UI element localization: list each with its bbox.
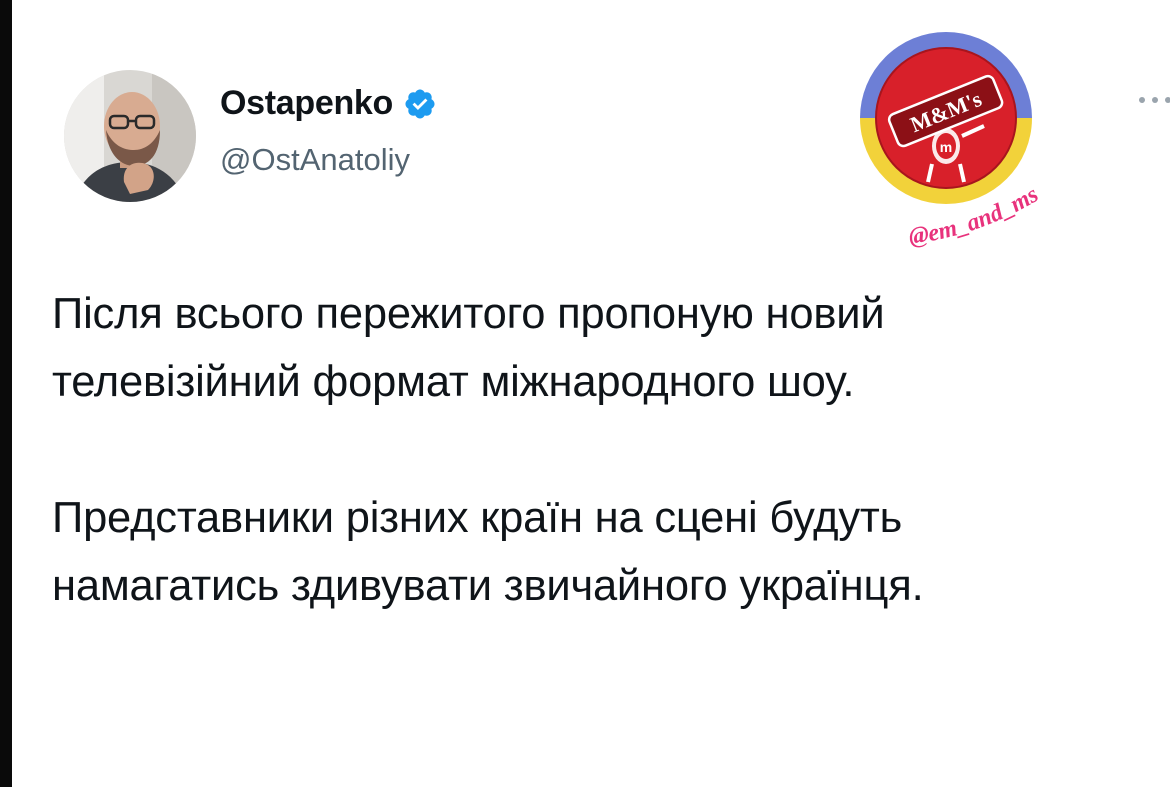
- tweet-paragraph-2: Представники різних країн на сцені будут…: [52, 484, 1152, 620]
- mms-watermark-graphic: m M&M's @em_and_ms: [860, 32, 1043, 250]
- verified-badge-icon: [405, 88, 435, 119]
- left-edge-strip: [0, 0, 12, 787]
- avatar-photo: [64, 70, 196, 202]
- tweet-line: Після всього пережитого пропоную новий: [52, 290, 885, 338]
- author-name-row[interactable]: Ostapenko: [220, 84, 437, 123]
- author-avatar[interactable]: [64, 70, 196, 202]
- tweet-text: Після всього пережитого пропоную новий т…: [52, 280, 1152, 620]
- svg-text:m: m: [940, 139, 952, 155]
- author-display-name[interactable]: Ostapenko: [220, 84, 393, 123]
- watermark-logo: m M&M's @em_and_ms: [850, 22, 1100, 262]
- tweet-line: намагатись здивувати звичайного українця…: [52, 562, 924, 610]
- tweet-paragraph-1: Після всього пережитого пропоную новий т…: [52, 280, 1152, 416]
- tweet-line: Представники різних країн на сцені будут…: [52, 494, 903, 542]
- tweet-line: телевізійний формат міжнародного шоу.: [52, 358, 855, 406]
- tweet-card: Ostapenko @OstAnatoliy m M&M's @em_and_m…: [12, 0, 1170, 787]
- author-handle[interactable]: @OstAnatoliy: [220, 142, 410, 178]
- more-horizontal-icon[interactable]: [1134, 90, 1170, 110]
